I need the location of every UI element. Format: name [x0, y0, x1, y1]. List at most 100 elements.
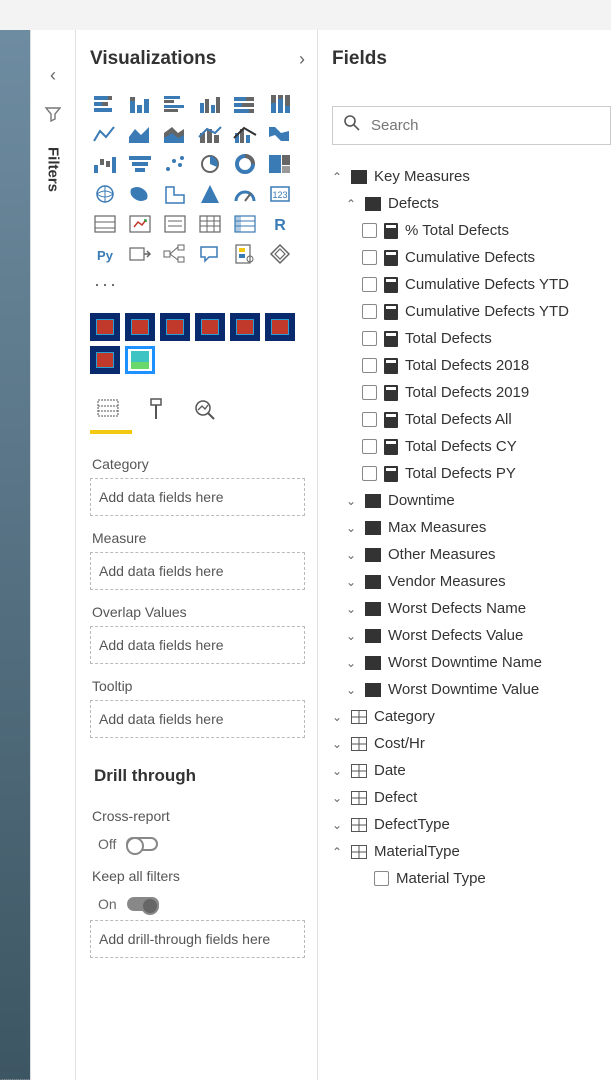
key-influencers-icon[interactable] [125, 242, 155, 266]
field-checkbox[interactable] [374, 871, 389, 886]
field-checkbox[interactable] [362, 277, 377, 292]
table-collapsed[interactable]: ⌄Defect [332, 784, 611, 811]
stacked-column-chart-icon[interactable] [125, 92, 155, 116]
python-visual-icon[interactable]: Py [90, 242, 120, 266]
field-checkbox[interactable] [362, 250, 377, 265]
table-collapsed[interactable]: ⌄DefectType [332, 811, 611, 838]
field-checkbox[interactable] [362, 304, 377, 319]
field-measure[interactable]: Total Defects CY [332, 433, 611, 460]
map-icon[interactable] [90, 182, 120, 206]
overlap-well[interactable]: Add data fields here [90, 626, 305, 664]
more-visuals-button[interactable]: ··· [90, 274, 305, 295]
measure-well[interactable]: Add data fields here [90, 552, 305, 590]
100-stacked-bar-chart-icon[interactable] [230, 92, 260, 116]
field-measure[interactable]: Total Defects All [332, 406, 611, 433]
field-measure[interactable]: Cumulative Defects YTD [332, 298, 611, 325]
custom-visual-1[interactable] [90, 313, 120, 341]
field-measure[interactable]: Total Defects [332, 325, 611, 352]
r-visual-icon[interactable]: R [265, 212, 295, 236]
qa-visual-icon[interactable] [195, 242, 225, 266]
field-checkbox[interactable] [362, 439, 377, 454]
field-checkbox[interactable] [362, 385, 377, 400]
gauge-chart-icon[interactable] [230, 182, 260, 206]
table-icon[interactable] [195, 212, 225, 236]
folder-collapsed[interactable]: ⌄Vendor Measures [332, 568, 611, 595]
clustered-bar-chart-icon[interactable] [160, 92, 190, 116]
funnel-chart-icon[interactable] [125, 152, 155, 176]
fields-search-input[interactable] [371, 117, 600, 134]
ribbon-chart-icon[interactable] [265, 122, 295, 146]
folder-collapsed[interactable]: ⌄Worst Downtime Value [332, 676, 611, 703]
field-measure[interactable]: Total Defects 2018 [332, 352, 611, 379]
field-label: % Total Defects [405, 222, 509, 239]
format-tab-icon[interactable] [145, 397, 167, 426]
custom-visual-7[interactable] [90, 346, 120, 374]
table-key-measures[interactable]: ⌃ Key Measures [332, 163, 611, 190]
shape-map-icon[interactable] [160, 182, 190, 206]
custom-visual-5[interactable] [230, 313, 260, 341]
area-chart-icon[interactable] [125, 122, 155, 146]
paginated-report-icon[interactable] [230, 242, 260, 266]
custom-visual-6[interactable] [265, 313, 295, 341]
stacked-bar-chart-icon[interactable] [90, 92, 120, 116]
azure-map-icon[interactable] [195, 182, 225, 206]
donut-chart-icon[interactable] [230, 152, 260, 176]
fields-search-box[interactable] [332, 106, 611, 145]
clustered-column-chart-icon[interactable] [195, 92, 225, 116]
cross-report-toggle[interactable] [126, 837, 158, 851]
matrix-icon[interactable] [230, 212, 260, 236]
table-collapsed[interactable]: ⌄Date [332, 757, 611, 784]
field-measure[interactable]: Cumulative Defects YTD [332, 271, 611, 298]
table-collapsed[interactable]: ⌄Category [332, 703, 611, 730]
folder-collapsed[interactable]: ⌄Other Measures [332, 541, 611, 568]
card-icon[interactable]: 123 [265, 182, 295, 206]
field-checkbox[interactable] [362, 466, 377, 481]
category-well[interactable]: Add data fields here [90, 478, 305, 516]
table-collapsed[interactable]: ⌄Cost/Hr [332, 730, 611, 757]
line-stacked-column-chart-icon[interactable] [195, 122, 225, 146]
field-checkbox[interactable] [362, 358, 377, 373]
field-checkbox[interactable] [362, 223, 377, 238]
field-checkbox[interactable] [362, 331, 377, 346]
arcgis-map-icon[interactable] [265, 242, 295, 266]
custom-visual-selected[interactable] [125, 346, 155, 374]
folder-collapsed[interactable]: ⌄Downtime [332, 487, 611, 514]
stacked-area-chart-icon[interactable] [160, 122, 190, 146]
field-measure[interactable]: Cumulative Defects [332, 244, 611, 271]
line-clustered-column-chart-icon[interactable] [230, 122, 260, 146]
table-collapsed[interactable]: ⌃MaterialType [332, 838, 611, 865]
field-material-type[interactable]: Material Type [332, 865, 611, 892]
field-checkbox[interactable] [362, 412, 377, 427]
filled-map-icon[interactable] [125, 182, 155, 206]
keep-all-filters-toggle[interactable] [127, 897, 159, 911]
folder-collapsed[interactable]: ⌄Max Measures [332, 514, 611, 541]
folder-icon [365, 548, 381, 562]
folder-defects[interactable]: ⌃ Defects [332, 190, 611, 217]
line-chart-icon[interactable] [90, 122, 120, 146]
tooltip-well[interactable]: Add data fields here [90, 700, 305, 738]
analytics-tab-icon[interactable] [192, 397, 218, 426]
custom-visual-3[interactable] [160, 313, 190, 341]
drill-through-well[interactable]: Add drill-through fields here [90, 920, 305, 958]
scatter-chart-icon[interactable] [160, 152, 190, 176]
folder-collapsed[interactable]: ⌄Worst Defects Value [332, 622, 611, 649]
100-stacked-column-chart-icon[interactable] [265, 92, 295, 116]
field-measure[interactable]: Total Defects 2019 [332, 379, 611, 406]
filter-icon [45, 106, 61, 127]
pie-chart-icon[interactable] [195, 152, 225, 176]
folder-collapsed[interactable]: ⌄Worst Defects Name [332, 595, 611, 622]
treemap-chart-icon[interactable] [265, 152, 295, 176]
custom-visual-4[interactable] [195, 313, 225, 341]
kpi-icon[interactable] [125, 212, 155, 236]
field-measure[interactable]: Total Defects PY [332, 460, 611, 487]
custom-visual-2[interactable] [125, 313, 155, 341]
folder-collapsed[interactable]: ⌄Worst Downtime Name [332, 649, 611, 676]
multi-row-card-icon[interactable] [90, 212, 120, 236]
decomposition-tree-icon[interactable] [160, 242, 190, 266]
waterfall-chart-icon[interactable] [90, 152, 120, 176]
slicer-icon[interactable] [160, 212, 190, 236]
field-measure[interactable]: % Total Defects [332, 217, 611, 244]
filters-collapse-chevron[interactable]: ‹ [50, 65, 56, 86]
visualizations-collapse-chevron[interactable]: › [299, 49, 305, 70]
fields-tab-icon[interactable] [96, 398, 120, 425]
